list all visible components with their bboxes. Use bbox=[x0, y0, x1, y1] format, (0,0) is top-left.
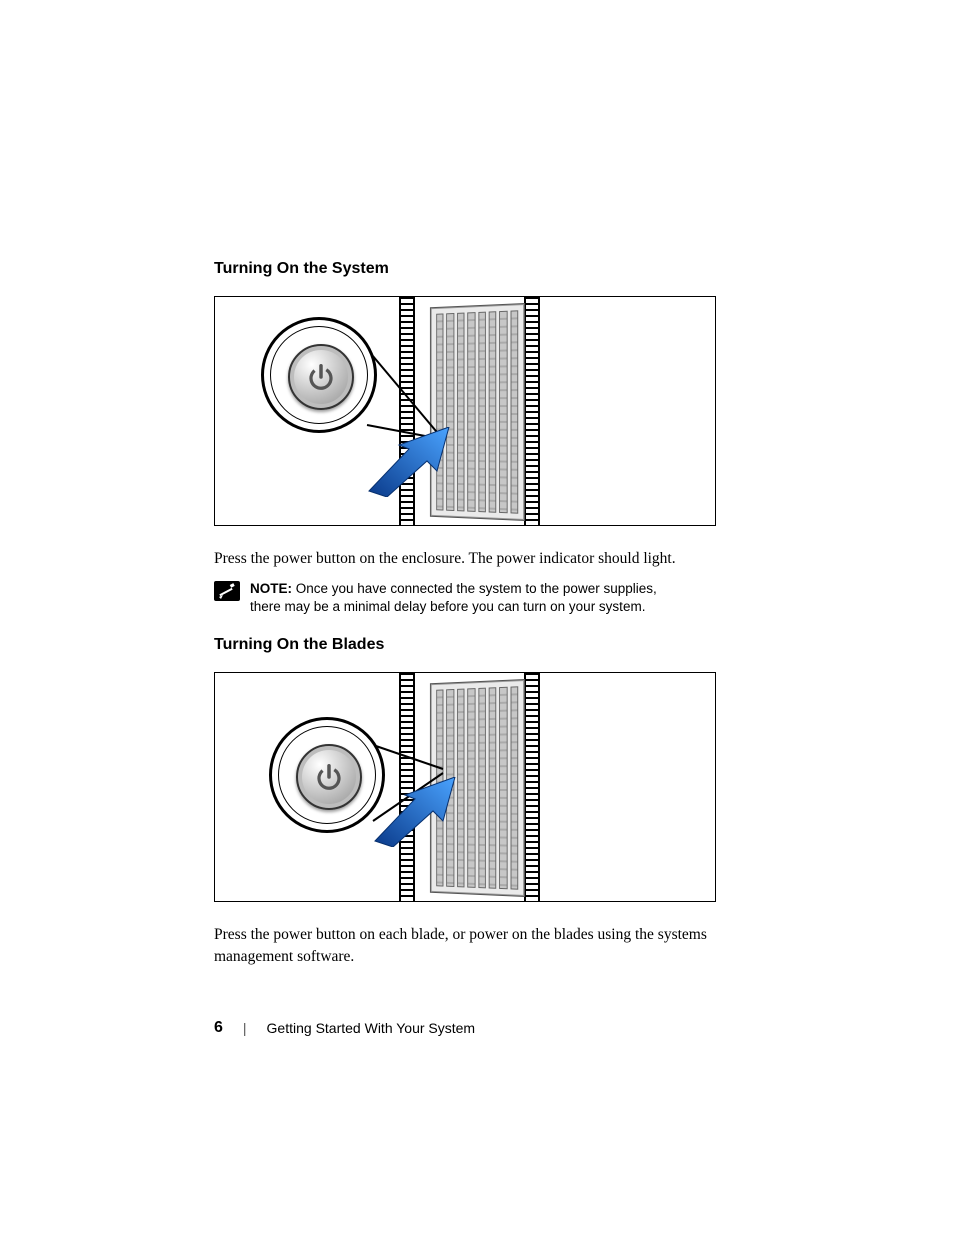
section-turning-on-system: Turning On the System bbox=[214, 260, 734, 616]
rack-rail-right-2 bbox=[524, 673, 540, 901]
body-text-enclosure: Press the power button on the enclosure.… bbox=[214, 548, 734, 570]
arrow-icon-2 bbox=[371, 777, 461, 847]
footer-chapter: Getting Started With Your System bbox=[267, 1020, 476, 1036]
heading-turning-on-system: Turning On the System bbox=[214, 260, 734, 278]
power-button-icon-2 bbox=[296, 744, 362, 810]
callout-power-button bbox=[261, 317, 377, 433]
body-text-blades: Press the power button on each blade, or… bbox=[214, 924, 734, 967]
heading-turning-on-blades: Turning On the Blades bbox=[214, 636, 734, 654]
note-text: NOTE: Once you have connected the system… bbox=[250, 580, 685, 616]
section-turning-on-blades: Turning On the Blades bbox=[214, 636, 734, 967]
note-block: NOTE: Once you have connected the system… bbox=[214, 580, 734, 616]
note-icon bbox=[214, 581, 240, 601]
rack-rail-right bbox=[524, 297, 540, 525]
page-number: 6 bbox=[214, 1019, 223, 1037]
note-body: Once you have connected the system to th… bbox=[250, 581, 657, 614]
callout-power-button-2 bbox=[269, 717, 385, 833]
footer-divider: | bbox=[243, 1020, 247, 1036]
power-button-icon bbox=[288, 344, 354, 410]
figure-enclosure-power bbox=[214, 296, 716, 526]
note-label: NOTE: bbox=[250, 581, 292, 596]
figure-blade-power bbox=[214, 672, 716, 902]
page-footer: 6 | Getting Started With Your System bbox=[214, 1019, 475, 1037]
arrow-icon bbox=[365, 427, 455, 497]
